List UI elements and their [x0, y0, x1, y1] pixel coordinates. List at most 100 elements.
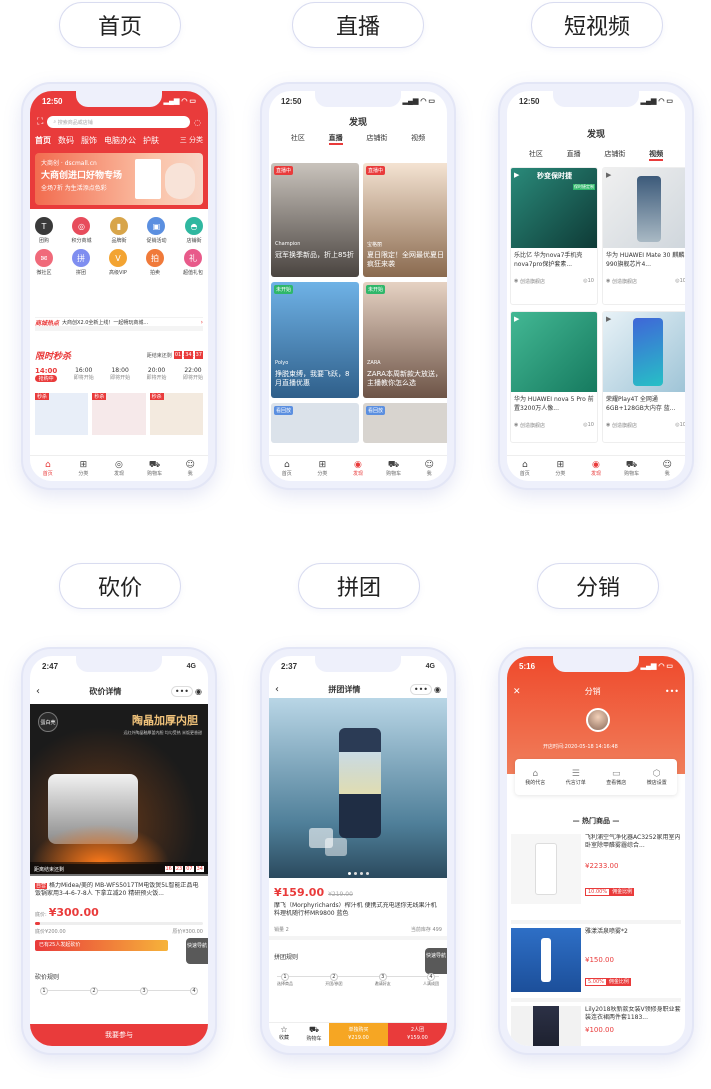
tab-cart[interactable]: ⛟ 购物车	[137, 456, 173, 481]
nav-tab-digital[interactable]: 数码	[58, 135, 74, 147]
pill-home[interactable]: 首页	[59, 2, 181, 48]
grid-item-store-street[interactable]: ◓ 店铺街	[184, 217, 203, 244]
grid-item-gift-pack[interactable]: 礼超值礼包	[183, 249, 203, 276]
quick-nav-button[interactable]: 快速导航	[186, 938, 208, 964]
more-icon[interactable]: •••	[409, 684, 433, 695]
nav-tab-computer[interactable]: 电脑办公	[104, 135, 136, 147]
tab-cart[interactable]: ⛟ 购物车	[376, 456, 412, 481]
dist-product[interactable]: Lily2018秋新款女装V领修身职业套装连衣裙两件套1183... ¥100.…	[511, 998, 681, 1046]
more-icon[interactable]: •••	[665, 687, 679, 696]
flash-end-label: 距结束还剩	[146, 352, 172, 359]
message-icon[interactable]: ◌	[194, 118, 201, 127]
close-icon[interactable]: ✕	[513, 687, 521, 697]
grid-item-points-mall[interactable]: ◎ 积分商城	[71, 217, 92, 244]
tab-store-street[interactable]: 店铺街	[604, 149, 625, 161]
quick-nav-button[interactable]: 快速导航	[425, 948, 447, 974]
menu-view-store[interactable]: ▭ 查看微店	[606, 769, 626, 786]
tab-home[interactable]: ⌂ 首页	[269, 456, 305, 481]
menu-my-endorsement[interactable]: ⌂ 我的代言	[525, 769, 545, 786]
nav-tab-apparel[interactable]: 服饰	[81, 135, 97, 147]
flash-slot[interactable]: 14:00 抢购中	[35, 367, 58, 382]
group-title: 拼团详情	[328, 685, 361, 694]
live-card[interactable]: 直播中 宝格丽 夏日限定！全网最优夏日疯狂来袭	[363, 163, 447, 277]
live-card[interactable]: 未开始 Polyo 挣脱束缚，我要飞跃，8月直播优惠	[271, 282, 359, 398]
participate-button[interactable]: 我要参与	[30, 1024, 208, 1046]
hot-news-bar[interactable]: 商城热点 大商创X2.0全新上线！一起畅玩商城... ›	[35, 317, 203, 331]
tab-video[interactable]: 视频	[411, 133, 425, 145]
banner-product-image-2	[165, 163, 195, 199]
grid-item-pintuan[interactable]: 拼拼团	[71, 249, 90, 276]
dist-product[interactable]: 飞利浦空气净化器AC3252家用室内卧室除甲醛雾霾综合... ¥2233.00 …	[511, 834, 681, 910]
grid-item-vip[interactable]: V 高级VIP	[108, 249, 127, 276]
menu-endorsement-orders[interactable]: ☰ 代言订单	[566, 769, 586, 786]
tab-discover[interactable]: ◎ 发现	[101, 456, 137, 481]
commission-label: 佣金比例	[606, 978, 631, 986]
tab-cart[interactable]: ⛟ 购物车	[614, 456, 650, 481]
grid-item-auction[interactable]: 拍拍卖	[145, 249, 164, 276]
group-rules-title: 拼团规则	[274, 954, 299, 961]
video-card[interactable]: ▶ 荣耀Play4T 全网通6GB+128GB大内存 蓝... ◉ 创造旗舰店 ◎…	[602, 311, 685, 443]
group-buy-button[interactable]: 2人团 ¥159.00	[388, 1023, 447, 1046]
seckill-product[interactable]: 秒杀	[149, 393, 203, 435]
grid-item-group-buy[interactable]: T 团购	[35, 217, 53, 244]
product-name: 飞利浦空气净化器AC3252家用室内卧室除甲醛雾霾综合...	[585, 834, 681, 849]
close-icon[interactable]: ◉	[195, 687, 202, 696]
flash-slot[interactable]: 16:00 即将开始	[74, 367, 94, 382]
tab-community[interactable]: 社区	[529, 149, 543, 161]
tab-home[interactable]: ⌂ 首页	[507, 456, 543, 481]
favorite-button[interactable]: ☆ 收藏	[269, 1023, 299, 1046]
pill-distribution[interactable]: 分销	[537, 563, 659, 609]
tab-me[interactable]: ☺ 我	[649, 456, 685, 481]
tab-category[interactable]: ⊞ 分类	[66, 456, 102, 481]
nav-category-button[interactable]: 三 分类	[180, 135, 203, 147]
flash-slot[interactable]: 20:00 即将开始	[147, 367, 167, 382]
live-card[interactable]: 未开始 ZARA ZARA本周新款大放送，主播教你怎么选	[363, 282, 447, 398]
cart-button[interactable]: ⛟ 购物车	[299, 1023, 329, 1046]
video-card[interactable]: ▶ 华为 HUAWEI nova 5 Pro 前置3200万人像... ◉ 创造…	[510, 311, 598, 443]
tab-discover[interactable]: ◉ 发现	[578, 456, 614, 481]
buy-alone-button[interactable]: 单独购买 ¥219.00	[329, 1023, 388, 1046]
tab-live[interactable]: 直播	[567, 149, 581, 161]
pill-group-buy[interactable]: 拼团	[298, 563, 420, 609]
tab-me[interactable]: ☺ 我	[411, 456, 447, 481]
live-card[interactable]: 看回放	[363, 403, 447, 443]
video-card[interactable]: ▶ 秒变保时捷 保时捷定制 乐比亿 华为nova7手机壳nova7pro保护套素…	[510, 167, 598, 305]
tab-video[interactable]: 视频	[649, 149, 664, 161]
hot-products-title: — 热门商品 —	[572, 817, 620, 825]
dist-product[interactable]: 雅漾活泉喷雾*2 ¥150.00 5.00% 佣金比例	[511, 920, 681, 992]
live-card[interactable]: 看回放	[271, 403, 359, 443]
tab-live[interactable]: 直播	[328, 133, 343, 145]
grid-item-promotions[interactable]: ▣ 促销活动	[146, 217, 166, 244]
nav-tab-home[interactable]: 首页	[35, 135, 51, 147]
nav-tab-skincare[interactable]: 护肤	[143, 135, 159, 147]
pill-live[interactable]: 直播	[292, 2, 424, 48]
compass-icon: ◉	[592, 460, 600, 470]
tab-community[interactable]: 社区	[291, 133, 305, 145]
tab-me[interactable]: ☺ 我	[172, 456, 208, 481]
tab-store-street[interactable]: 店铺街	[366, 133, 387, 145]
video-shop: 创造旗舰店	[519, 279, 545, 285]
grid-item-brand-street[interactable]: ▮ 品牌街	[109, 217, 128, 244]
video-card[interactable]: ▶ 华为 HUAWEI Mate 30 麒麟990旗舰芯片4... ◉ 创造旗舰…	[602, 167, 685, 305]
seckill-product[interactable]: 秒杀	[92, 393, 146, 435]
flash-slot[interactable]: 18:00 即将开始	[110, 367, 130, 382]
tab-discover[interactable]: ◉ 发现	[340, 456, 376, 481]
bargain-progress-bar	[35, 922, 203, 925]
search-input[interactable]: ⌕ 搜索商品或店铺	[47, 116, 191, 128]
pill-bargain[interactable]: 砍价	[59, 563, 181, 609]
home-banner[interactable]: 大商创 · dscmall.cn 大商创进口好物专场 全场7折 为生活添点色彩	[35, 153, 203, 205]
grid-item-community[interactable]: ✉ 微社区	[35, 249, 53, 276]
seckill-product[interactable]: 秒杀	[35, 393, 89, 435]
tab-category[interactable]: ⊞ 分类	[543, 456, 579, 481]
pill-short-video[interactable]: 短视频	[531, 2, 663, 48]
flash-slot[interactable]: 22:00 即将开始	[183, 367, 203, 382]
scan-icon[interactable]: ⛶	[37, 117, 43, 127]
dress-image	[511, 1006, 581, 1046]
close-icon[interactable]: ◉	[434, 685, 441, 694]
tab-home[interactable]: ⌂ 首页	[30, 456, 66, 481]
play-icon: ▶	[606, 171, 612, 179]
more-icon[interactable]: •••	[170, 686, 194, 697]
menu-store-settings[interactable]: ⬡ 微店设置	[647, 769, 667, 786]
live-card[interactable]: 直播中 Champion 冠军换季新品，折上85折	[271, 163, 359, 277]
tab-category[interactable]: ⊞ 分类	[305, 456, 341, 481]
